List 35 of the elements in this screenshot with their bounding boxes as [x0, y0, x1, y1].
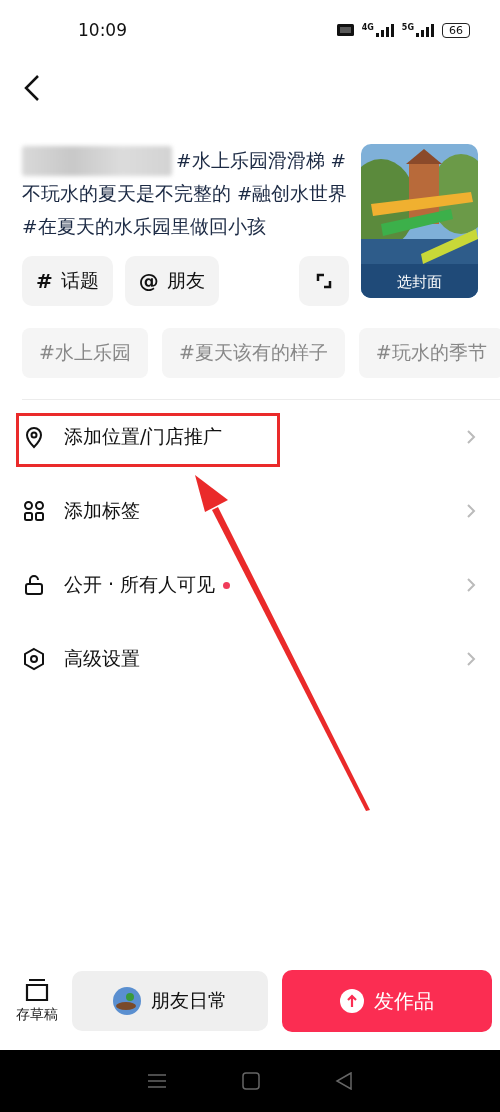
settings-icon — [22, 647, 46, 671]
daily-button[interactable]: 朋友日常 — [72, 971, 268, 1031]
back-nav-icon[interactable] — [334, 1072, 353, 1090]
menu-icon[interactable] — [147, 1072, 168, 1090]
chevron-icon — [466, 503, 476, 519]
cover-label: 选封面 — [396, 273, 443, 292]
signal-icon — [375, 23, 394, 37]
insert-button[interactable]: @ 朋友 — [124, 256, 219, 306]
back-icon[interactable] — [22, 74, 42, 102]
signal-icon — [416, 23, 434, 37]
cover-thumbnail[interactable]: 选封面 — [361, 144, 478, 298]
menu-label[interactable]: 公开 · 所有人可见 — [64, 572, 216, 598]
chevron-icon — [466, 651, 476, 667]
battery-level: 66 — [442, 22, 470, 38]
chevron-icon — [466, 429, 476, 445]
home-icon[interactable] — [242, 1072, 260, 1090]
grid-icon — [22, 499, 46, 523]
menu-label[interactable]: 添加位置/门店推广 — [64, 424, 223, 450]
menu-label[interactable]: 高级设置 — [64, 646, 140, 672]
expand-button[interactable] — [299, 256, 349, 306]
caption-text[interactable]: #水上乐园滑滑梯 #不玩水的夏天是不完整的 #融创水世界 #在夏天的水乐园里做回小孩 — [22, 144, 349, 243]
expand-icon — [316, 273, 332, 289]
hd-icon — [336, 24, 354, 36]
network-label: 5G — [401, 22, 414, 32]
menu-label[interactable]: 添加标签 — [64, 498, 140, 524]
draft-box-icon — [24, 978, 50, 1002]
save-draft-button[interactable]: 存草稿 — [16, 978, 58, 1024]
avatar-icon — [113, 987, 141, 1015]
publish-button[interactable]: 发作品 — [282, 970, 492, 1032]
chevron-icon — [466, 577, 476, 593]
unlock-icon — [22, 573, 46, 597]
upload-icon — [340, 989, 364, 1013]
insert-button[interactable]: # 话题 — [22, 256, 113, 306]
status-time: 10:09 — [78, 20, 128, 40]
network-label: 4G — [361, 22, 374, 32]
